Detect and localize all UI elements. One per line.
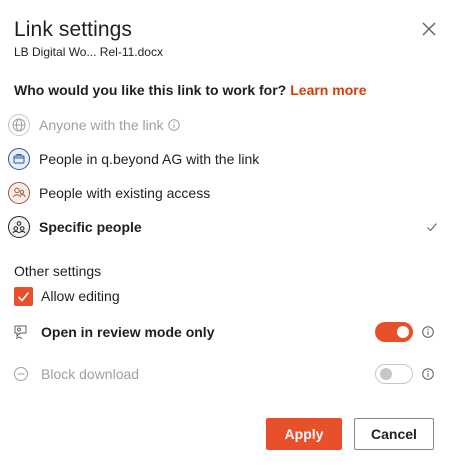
link-scope-question: Who would you like this link to work for…: [14, 82, 366, 98]
dialog-title: Link settings: [14, 18, 133, 41]
option-specific-people[interactable]: Specific people: [8, 212, 442, 242]
option-label: Specific people: [39, 219, 142, 235]
link-settings-dialog: Link settings LB Digital Wo... Rel-11.do…: [0, 0, 450, 466]
other-settings-heading: Other settings: [14, 263, 102, 279]
building-icon: [8, 148, 30, 170]
block-download-toggle[interactable]: [375, 364, 413, 384]
globe-icon: [8, 114, 30, 136]
toggle-knob: [380, 368, 392, 380]
block-icon: [14, 367, 28, 381]
checkmark-icon: [17, 291, 30, 302]
option-people-with-existing-access[interactable]: People with existing access: [8, 178, 442, 208]
checkmark-icon: [427, 223, 437, 232]
review-icon: [14, 325, 27, 340]
block-download-label: Block download: [41, 366, 140, 382]
review-mode-toggle[interactable]: [375, 322, 413, 342]
option-people-in-organization[interactable]: People in q.beyond AG with the link: [8, 144, 442, 174]
allow-editing-checkbox[interactable]: Allow editing: [14, 286, 120, 306]
info-icon[interactable]: [167, 119, 180, 131]
option-label: People in q.beyond AG with the link: [39, 151, 260, 167]
question-text: Who would you like this link to work for…: [14, 82, 287, 98]
people-icon: [8, 182, 30, 204]
checkbox-box[interactable]: [14, 286, 33, 306]
learn-more-link[interactable]: Learn more: [290, 82, 366, 98]
file-name: LB Digital Wo... Rel-11.docx: [14, 45, 163, 59]
cancel-button[interactable]: Cancel: [354, 418, 434, 450]
option-label: Anyone with the link: [39, 117, 164, 133]
option-anyone-with-link[interactable]: Anyone with the link: [8, 110, 442, 140]
specific-people-icon: [8, 216, 30, 238]
info-icon[interactable]: [422, 368, 434, 380]
info-icon[interactable]: [422, 326, 434, 338]
toggle-knob: [397, 326, 409, 338]
review-mode-label: Open in review mode only: [41, 324, 215, 340]
review-mode-setting: Open in review mode only: [13, 320, 438, 344]
close-icon[interactable]: [420, 20, 438, 38]
allow-editing-label: Allow editing: [41, 288, 120, 304]
apply-button[interactable]: Apply: [266, 418, 342, 450]
option-label: People with existing access: [39, 185, 211, 201]
block-download-setting: Block download: [13, 362, 438, 386]
